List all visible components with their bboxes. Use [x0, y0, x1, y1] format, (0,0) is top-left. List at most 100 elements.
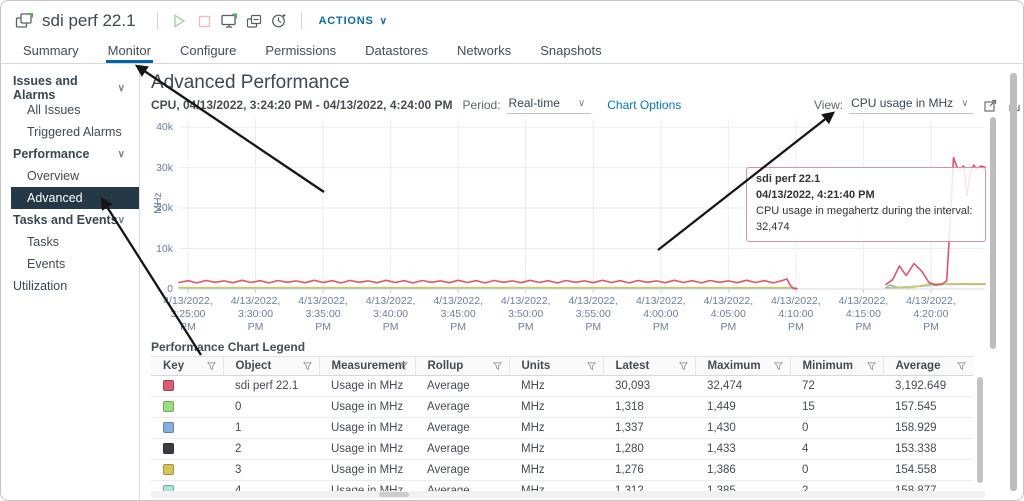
chevron-down-icon: ∨ — [380, 16, 388, 27]
sidebar-item-all-issues[interactable]: All Issues — [1, 99, 139, 121]
filter-icon[interactable] — [493, 361, 502, 374]
filter-icon[interactable] — [587, 361, 596, 374]
sidebar-item-triggered-alarms[interactable]: Triggered Alarms — [1, 121, 139, 143]
column-header-measurement[interactable]: Measurement — [319, 357, 415, 376]
y-axis-tick-label: 40k — [151, 121, 173, 133]
sidebar-item-label: Performance — [13, 147, 89, 161]
sidebar-item-tasks-and-events[interactable]: Tasks and Events∨ — [1, 209, 139, 231]
x-axis-tick-label: 4/13/2022, 3:50:00 PM — [488, 295, 564, 334]
column-header-label: Key — [163, 360, 184, 372]
filter-icon[interactable] — [207, 361, 216, 374]
power-on-icon[interactable] — [171, 13, 188, 29]
tab-summary[interactable]: Summary — [21, 41, 81, 63]
sidebar-item-issues-and-alarms[interactable]: Issues and Alarms∨ — [1, 77, 139, 99]
x-axis-tick-label: 4/13/2022, 4:20:00 PM — [893, 295, 969, 334]
cell-object: 2 — [223, 439, 319, 460]
x-axis-tick-label: 4/13/2022, 4:05:00 PM — [690, 295, 766, 334]
cell-latest: 1,280 — [603, 439, 695, 460]
view-selector: View: CPU usage in MHz ∨ — [814, 96, 1021, 114]
y-axis-tick-label: 20k — [151, 202, 173, 214]
filter-icon[interactable] — [679, 361, 688, 374]
cell-object: 3 — [223, 460, 319, 481]
legend-row[interactable]: sdi perf 22.1Usage in MHzAverageMHz30,09… — [151, 376, 973, 397]
sidebar-item-utilization[interactable]: Utilization — [1, 275, 139, 297]
chart-options-link[interactable]: Chart Options — [607, 98, 681, 112]
snapshot-icon[interactable] — [271, 13, 288, 29]
page-title: Advanced Performance — [151, 72, 350, 94]
chevron-down-icon: ∨ — [578, 98, 585, 109]
filter-icon[interactable] — [957, 361, 966, 374]
column-header-label: Units — [522, 360, 551, 372]
cell-minimum: 4 — [790, 439, 883, 460]
monitor-sidebar: Issues and Alarms∨ All Issues Triggered Al… — [1, 65, 140, 500]
cell-key — [151, 418, 223, 439]
column-header-label: Object — [236, 360, 272, 372]
legend-row[interactable]: 0Usage in MHzAverageMHz1,3181,44915157.5… — [151, 397, 973, 418]
sidebar-item-performance[interactable]: Performance∨ — [1, 143, 139, 165]
column-header-label: Latest — [616, 360, 650, 372]
legend-row[interactable]: 2Usage in MHzAverageMHz1,2801,4334153.33… — [151, 439, 973, 460]
cell-maximum: 1,386 — [695, 460, 790, 481]
x-axis-tick-label: 4/13/2022, 3:30:00 PM — [218, 295, 294, 334]
column-header-label: Minimum — [803, 360, 853, 372]
sidebar-item-label: Advanced — [27, 191, 83, 205]
column-header-maximum[interactable]: Maximum — [695, 357, 790, 376]
cell-object: 1 — [223, 418, 319, 439]
cell-measurement: Usage in MHz — [319, 418, 415, 439]
tab-snapshots[interactable]: Snapshots — [538, 41, 603, 63]
legend-row[interactable]: 1Usage in MHzAverageMHz1,3371,4300158.92… — [151, 418, 973, 439]
column-header-rollup[interactable]: Rollup — [415, 357, 509, 376]
column-header-object[interactable]: Object — [223, 357, 319, 376]
column-header-latest[interactable]: Latest — [603, 357, 695, 376]
view-dropdown[interactable]: CPU usage in MHz ∨ — [849, 96, 972, 114]
chart-subheader: CPU, 04/13/2022, 3:24:20 PM - 04/13/2022… — [151, 96, 681, 114]
tab-datastores[interactable]: Datastores — [363, 41, 430, 63]
sidebar-item-events[interactable]: Events — [1, 253, 139, 275]
tab-networks[interactable]: Networks — [455, 41, 513, 63]
filter-icon[interactable] — [399, 361, 408, 374]
sidebar-item-advanced[interactable]: Advanced — [11, 187, 139, 209]
tab-bar: Summary Monitor Configure Permissions Datast… — [1, 41, 1023, 64]
filter-icon[interactable] — [867, 361, 876, 374]
legend-row[interactable]: 3Usage in MHzAverageMHz1,2761,3860154.55… — [151, 460, 973, 481]
column-header-key[interactable]: Key — [151, 357, 223, 376]
tab-monitor[interactable]: Monitor — [106, 41, 153, 63]
cell-units: MHz — [509, 460, 603, 481]
sidebar-item-label: All Issues — [27, 103, 81, 117]
sidebar-item-label: Overview — [27, 169, 79, 183]
chart-tooltip: sdi perf 22.1 04/13/2022, 4:21:40 PM CPU… — [746, 167, 986, 242]
power-off-icon[interactable] — [196, 13, 213, 29]
time-range-label: CPU, 04/13/2022, 3:24:20 PM - 04/13/2022… — [151, 98, 453, 112]
cell-key — [151, 460, 223, 481]
popout-icon[interactable] — [984, 99, 997, 112]
vsphere-window: sdi perf 22.1 — [0, 0, 1024, 501]
tab-configure[interactable]: Configure — [178, 41, 238, 63]
divider — [301, 12, 302, 30]
actions-menu-button[interactable]: ACTIONS ∨ — [319, 15, 388, 27]
cell-rollup: Average — [415, 376, 509, 397]
sidebar-item-tasks[interactable]: Tasks — [1, 231, 139, 253]
x-axis-tick-label: 4/13/2022, 4:00:00 PM — [623, 295, 699, 334]
migrate-icon[interactable] — [246, 13, 263, 29]
tab-permissions[interactable]: Permissions — [263, 41, 338, 63]
launch-console-icon[interactable] — [221, 13, 238, 29]
column-header-minimum[interactable]: Minimum — [790, 357, 883, 376]
sidebar-item-label: Tasks and Events — [13, 213, 118, 227]
window-scrollbar[interactable] — [1010, 73, 1017, 491]
content-scrollbar[interactable] — [990, 117, 996, 349]
series-color-swatch — [163, 422, 174, 433]
horizontal-scrollbar[interactable] — [379, 492, 409, 497]
tooltip-time: 04/13/2022, 4:21:40 PM — [756, 188, 976, 204]
y-axis-tick-label: 10k — [151, 243, 173, 255]
sidebar-item-overview[interactable]: Overview — [1, 165, 139, 187]
filter-icon[interactable] — [774, 361, 783, 374]
sidebar-item-label: Issues and Alarms — [13, 74, 118, 102]
column-header-units[interactable]: Units — [509, 357, 603, 376]
cell-object: sdi perf 22.1 — [223, 376, 319, 397]
cell-key — [151, 376, 223, 397]
filter-icon[interactable] — [303, 361, 312, 374]
column-header-average[interactable]: Average — [883, 357, 973, 376]
period-dropdown[interactable]: Real-time ∨ — [507, 96, 592, 114]
series-color-swatch — [163, 380, 174, 391]
table-scrollbar[interactable] — [977, 377, 983, 483]
